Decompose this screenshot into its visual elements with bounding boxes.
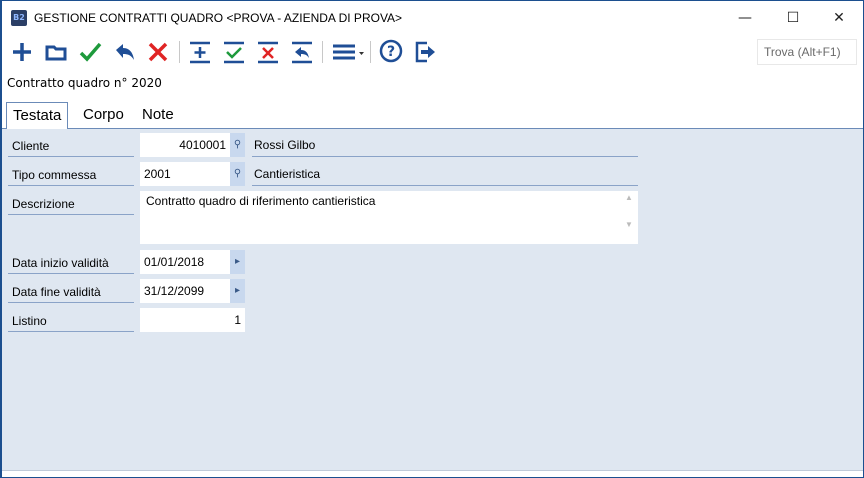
close-button[interactable]: ✕ (816, 5, 862, 31)
cliente-input[interactable]: 4010001 (140, 133, 230, 157)
data-inizio-input[interactable]: 01/01/2018 (140, 250, 230, 274)
toolbar-separator (370, 41, 371, 63)
cliente-label: Cliente (8, 133, 134, 157)
minimize-button[interactable]: — (722, 5, 768, 31)
window: B2 GESTIONE CONTRATTI QUADRO <PROVA - AZ… (0, 0, 864, 478)
tipo-commessa-label: Tipo commessa (8, 162, 134, 186)
data-fine-label: Data fine validità (8, 279, 134, 303)
testata-panel: Cliente 4010001 ⚲ Rossi Gilbo Tipo comme… (2, 129, 863, 471)
svg-text:?: ? (387, 44, 395, 60)
help-icon[interactable]: ? (377, 38, 405, 66)
undo-row-icon[interactable] (288, 38, 316, 66)
chevron-right-icon[interactable]: ▸ (230, 250, 245, 274)
scroll-down-icon[interactable]: ▼ (622, 220, 636, 229)
window-title: GESTIONE CONTRATTI QUADRO <PROVA - AZIEN… (34, 11, 403, 25)
delete-icon[interactable] (144, 38, 172, 66)
listino-input[interactable]: 1 (140, 308, 245, 332)
descrizione-label: Descrizione (8, 191, 134, 215)
undo-icon[interactable] (110, 38, 138, 66)
descrizione-text: Contratto quadro di riferimento cantieri… (146, 194, 376, 208)
descrizione-textarea[interactable]: Contratto quadro di riferimento cantieri… (140, 191, 638, 244)
find-input[interactable]: Trova (Alt+F1) (757, 39, 857, 65)
tipo-commessa-description: Cantieristica (252, 162, 638, 186)
exit-icon[interactable] (411, 38, 439, 66)
menu-icon[interactable] (330, 38, 366, 66)
search-icon[interactable]: ⚲ (230, 162, 245, 186)
add-row-icon[interactable] (186, 38, 214, 66)
check-icon[interactable] (76, 38, 104, 66)
data-inizio-label: Data inizio validità (8, 250, 134, 274)
maximize-button[interactable]: ☐ (770, 5, 816, 31)
contract-header: Contratto quadro n° 2020 (7, 76, 162, 90)
scroll-up-icon[interactable]: ▲ (622, 193, 636, 202)
chevron-right-icon[interactable]: ▸ (230, 279, 245, 303)
listino-label: Listino (8, 308, 134, 332)
app-icon: B2 (11, 10, 27, 26)
cliente-description: Rossi Gilbo (252, 133, 638, 157)
tab-testata[interactable]: Testata (6, 102, 69, 130)
tab-bar: Testata Corpo Note (2, 99, 863, 130)
toolbar: ? Trova (Alt+F1) (2, 35, 863, 69)
tipo-commessa-input[interactable]: 2001 (140, 162, 230, 186)
scrollbar[interactable]: ▲ ▼ (622, 193, 636, 242)
tab-note[interactable]: Note (136, 102, 180, 129)
toolbar-separator (179, 41, 180, 63)
open-folder-icon[interactable] (42, 38, 70, 66)
data-fine-input[interactable]: 31/12/2099 (140, 279, 230, 303)
search-icon[interactable]: ⚲ (230, 133, 245, 157)
delete-row-icon[interactable] (254, 38, 282, 66)
tab-corpo[interactable]: Corpo (77, 102, 130, 129)
plus-icon[interactable] (8, 38, 36, 66)
toolbar-separator (322, 41, 323, 63)
confirm-row-icon[interactable] (220, 38, 248, 66)
title-bar: B2 GESTIONE CONTRATTI QUADRO <PROVA - AZ… (2, 1, 863, 34)
